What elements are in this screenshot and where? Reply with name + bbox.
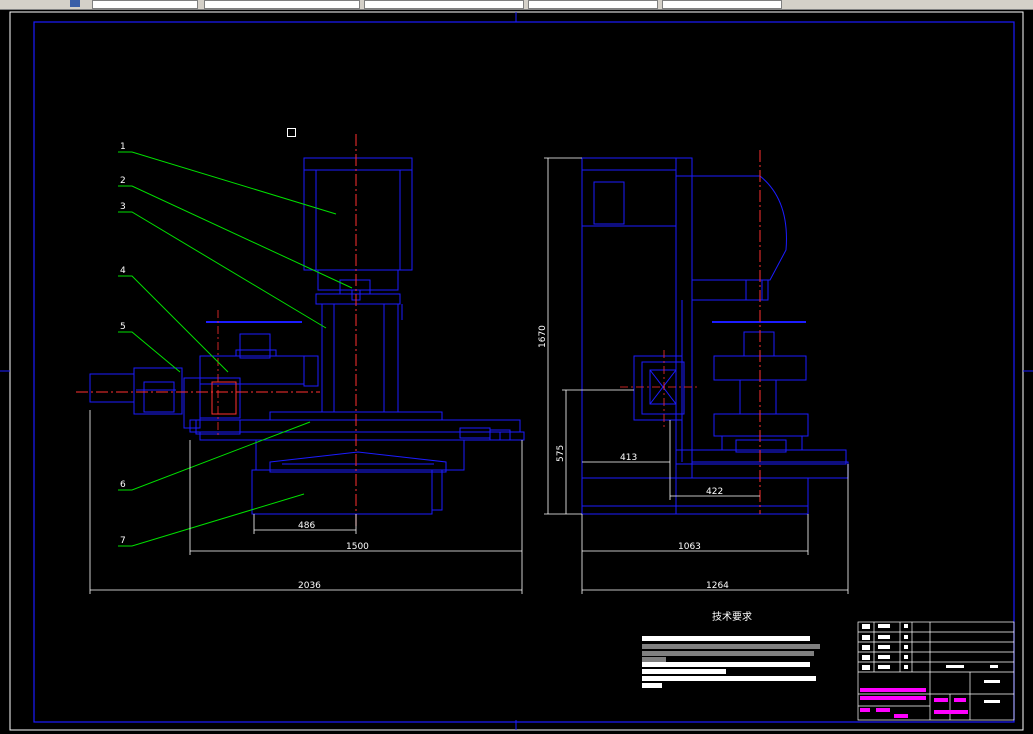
cad-toolbar: [0, 0, 1033, 10]
toolbar-dropdown-4[interactable]: [528, 0, 658, 9]
toolbar-dropdown-5[interactable]: [662, 0, 782, 9]
drawing-canvas[interactable]: 1 2 3 4 5 6 7 486 1500 2036 1670 575 413…: [0, 10, 1033, 734]
cursor-pickbox: [287, 128, 296, 137]
front-view: [89, 157, 525, 515]
balloon-3: 3: [120, 202, 126, 212]
balloon-2: 2: [120, 176, 126, 186]
side-dimensions: [544, 157, 849, 594]
balloon-labels: 1 2 3 4 5 6 7: [120, 142, 126, 546]
balloon-7: 7: [120, 536, 126, 546]
toolbar-dropdown-1[interactable]: [92, 0, 198, 9]
balloon-1: 1: [120, 142, 126, 152]
dim-1670: 1670: [538, 325, 548, 348]
toolbar-dropdown-2[interactable]: [204, 0, 360, 9]
dim-422: 422: [706, 487, 723, 497]
dim-1264: 1264: [706, 581, 729, 591]
dim-413: 413: [620, 453, 637, 463]
dim-2036: 2036: [298, 581, 321, 591]
notes-block: [642, 636, 820, 688]
dim-1063: 1063: [678, 542, 701, 552]
balloon-leaders: [118, 151, 353, 547]
dim-1500: 1500: [346, 542, 369, 552]
balloon-4: 4: [120, 266, 126, 276]
dim-486: 486: [298, 521, 315, 531]
balloon-5: 5: [120, 322, 126, 332]
balloon-6: 6: [120, 480, 126, 490]
front-dimensions: [89, 410, 523, 594]
sheet-border-inner: [33, 21, 1015, 723]
layer-icon[interactable]: [70, 0, 80, 7]
dim-575: 575: [556, 445, 566, 462]
toolbar-dropdown-3[interactable]: [364, 0, 524, 9]
notes-title: 技术要求: [712, 610, 752, 623]
